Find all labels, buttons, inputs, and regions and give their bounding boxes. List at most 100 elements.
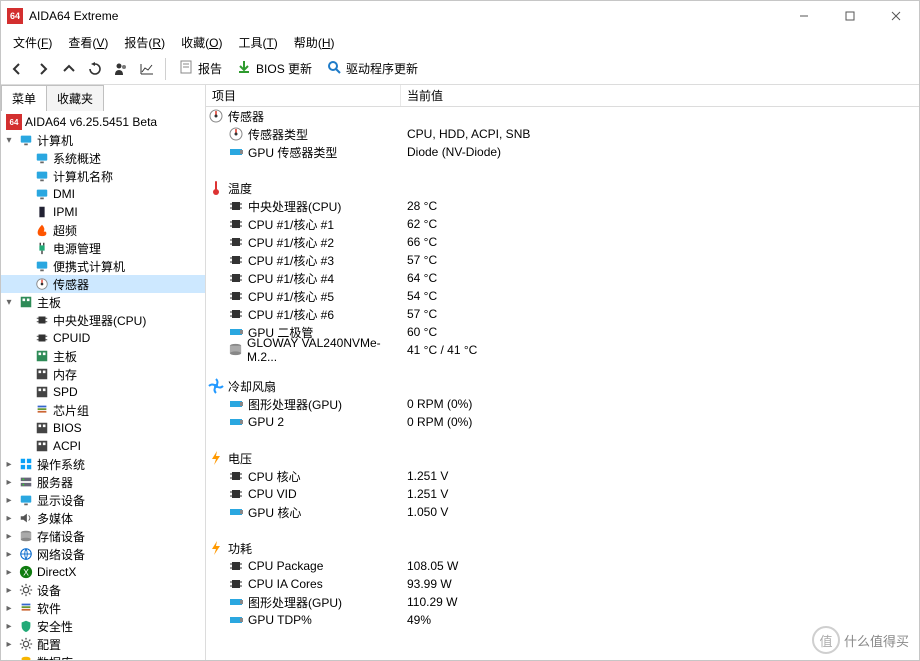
tree-mb-7[interactable]: ACPI — [1, 437, 205, 455]
tree-computer-0[interactable]: 系统概述 — [1, 149, 205, 167]
list-row[interactable]: CPU Package108.05 W — [206, 557, 919, 575]
tree-icon — [34, 330, 50, 346]
tree-other-6[interactable]: ▸XDirectX — [1, 563, 205, 581]
close-button[interactable] — [873, 1, 919, 31]
graph-button[interactable] — [135, 57, 159, 81]
tree-computer-6[interactable]: 便携式计算机 — [1, 257, 205, 275]
col-item[interactable]: 项目 — [206, 85, 401, 106]
tree-other-7[interactable]: ▸设备 — [1, 581, 205, 599]
tree-computer-4[interactable]: 超频 — [1, 221, 205, 239]
refresh-button[interactable] — [83, 57, 107, 81]
list-group-header[interactable]: 冷却风扇 — [206, 377, 919, 395]
tree-root[interactable]: 64AIDA64 v6.25.5451 Beta — [1, 113, 205, 131]
expand-icon[interactable]: ▸ — [3, 531, 15, 542]
back-button[interactable] — [5, 57, 29, 81]
expand-icon[interactable]: ▸ — [3, 567, 15, 578]
forward-button[interactable] — [31, 57, 55, 81]
list-group-header[interactable]: 电压 — [206, 449, 919, 467]
menu-file[interactable]: 文件(F) — [5, 32, 60, 53]
tree-label: SPD — [53, 385, 78, 399]
expand-icon[interactable]: ▸ — [3, 621, 15, 632]
users-button[interactable] — [109, 57, 133, 81]
expand-icon[interactable]: ▾ — [3, 135, 15, 146]
menu-view[interactable]: 查看(V) — [60, 32, 116, 53]
list-row[interactable]: CPU #1/核心 #266 °C — [206, 233, 919, 251]
expand-icon[interactable]: ▸ — [3, 477, 15, 488]
list-group-header[interactable]: 功耗 — [206, 539, 919, 557]
bios-update-button[interactable]: BIOS 更新 — [230, 57, 318, 80]
tab-menu[interactable]: 菜单 — [1, 85, 47, 111]
menu-fav[interactable]: 收藏(O) — [173, 32, 230, 53]
nav-tree[interactable]: 64AIDA64 v6.25.5451 Beta▾计算机系统概述计算机名称DMI… — [1, 111, 205, 660]
tree-other-3[interactable]: ▸多媒体 — [1, 509, 205, 527]
tree-mb-1[interactable]: CPUID — [1, 329, 205, 347]
tree-icon — [34, 366, 50, 382]
tab-favorites[interactable]: 收藏夹 — [46, 85, 104, 111]
tree-mb-6[interactable]: BIOS — [1, 419, 205, 437]
expand-icon[interactable]: ▸ — [3, 639, 15, 650]
expand-icon[interactable]: ▸ — [3, 603, 15, 614]
row-name: CPU #1/核心 #3 — [248, 252, 334, 269]
tree-mb-2[interactable]: 主板 — [1, 347, 205, 365]
tree-mb-3[interactable]: 内存 — [1, 365, 205, 383]
menu-report[interactable]: 报告(R) — [116, 32, 173, 53]
expand-icon[interactable]: ▸ — [3, 657, 15, 661]
report-button[interactable]: 报告 — [172, 57, 228, 80]
up-button[interactable] — [57, 57, 81, 81]
tree-icon — [34, 402, 50, 418]
tree-mb-0[interactable]: 中央处理器(CPU) — [1, 311, 205, 329]
tree-mb-5[interactable]: 芯片组 — [1, 401, 205, 419]
tree-other-11[interactable]: ▸数据库 — [1, 653, 205, 660]
list-group-header[interactable]: 传感器 — [206, 107, 919, 125]
expand-icon[interactable]: ▸ — [3, 513, 15, 524]
driver-update-button[interactable]: 驱动程序更新 — [320, 57, 424, 80]
tree-computer-2[interactable]: DMI — [1, 185, 205, 203]
expand-icon[interactable]: ▸ — [3, 549, 15, 560]
list-row[interactable]: CPU #1/核心 #554 °C — [206, 287, 919, 305]
tree-mb[interactable]: ▾主板 — [1, 293, 205, 311]
list-group-header[interactable]: 温度 — [206, 179, 919, 197]
expand-icon[interactable]: ▸ — [3, 459, 15, 470]
list-row[interactable]: GLOWAY VAL240NVMe-M.2...41 °C / 41 °C — [206, 341, 919, 359]
list-row[interactable]: 传感器类型CPU, HDD, ACPI, SNB — [206, 125, 919, 143]
tree-other-4[interactable]: ▸存储设备 — [1, 527, 205, 545]
row-name: 图形处理器(GPU) — [248, 594, 342, 611]
list-row[interactable]: 图形处理器(GPU)0 RPM (0%) — [206, 395, 919, 413]
list-row[interactable]: CPU IA Cores93.99 W — [206, 575, 919, 593]
tree-computer[interactable]: ▾计算机 — [1, 131, 205, 149]
list-row[interactable]: GPU 20 RPM (0%) — [206, 413, 919, 431]
tree-computer-1[interactable]: 计算机名称 — [1, 167, 205, 185]
sensor-list[interactable]: 传感器传感器类型CPU, HDD, ACPI, SNBGPU 传感器类型Diod… — [206, 107, 919, 660]
list-row[interactable]: GPU TDP%49% — [206, 611, 919, 629]
tree-other-8[interactable]: ▸软件 — [1, 599, 205, 617]
list-row[interactable]: 中央处理器(CPU)28 °C — [206, 197, 919, 215]
menu-help[interactable]: 帮助(H) — [286, 32, 343, 53]
list-row[interactable]: CPU #1/核心 #657 °C — [206, 305, 919, 323]
tree-other-1[interactable]: ▸服务器 — [1, 473, 205, 491]
list-row[interactable]: CPU VID1.251 V — [206, 485, 919, 503]
list-row[interactable]: CPU #1/核心 #464 °C — [206, 269, 919, 287]
list-row[interactable]: GPU 传感器类型Diode (NV-Diode) — [206, 143, 919, 161]
tree-mb-4[interactable]: SPD — [1, 383, 205, 401]
tree-other-0[interactable]: ▸操作系统 — [1, 455, 205, 473]
expand-icon[interactable]: ▾ — [3, 297, 15, 308]
list-row[interactable]: 图形处理器(GPU)110.29 W — [206, 593, 919, 611]
bios-label: BIOS 更新 — [256, 60, 312, 77]
list-row[interactable]: CPU 核心1.251 V — [206, 467, 919, 485]
list-row[interactable]: CPU #1/核心 #357 °C — [206, 251, 919, 269]
expand-icon[interactable]: ▸ — [3, 585, 15, 596]
list-row[interactable]: CPU #1/核心 #162 °C — [206, 215, 919, 233]
tree-other-10[interactable]: ▸配置 — [1, 635, 205, 653]
minimize-button[interactable] — [781, 1, 827, 31]
tree-computer-5[interactable]: 电源管理 — [1, 239, 205, 257]
tree-computer-3[interactable]: IPMI — [1, 203, 205, 221]
tree-other-5[interactable]: ▸网络设备 — [1, 545, 205, 563]
tree-computer-7[interactable]: 传感器 — [1, 275, 205, 293]
expand-icon[interactable]: ▸ — [3, 495, 15, 506]
menu-tools[interactable]: 工具(T) — [230, 32, 285, 53]
list-row[interactable]: GPU 核心1.050 V — [206, 503, 919, 521]
tree-other-2[interactable]: ▸显示设备 — [1, 491, 205, 509]
maximize-button[interactable] — [827, 1, 873, 31]
col-value[interactable]: 当前值 — [401, 85, 919, 106]
tree-other-9[interactable]: ▸安全性 — [1, 617, 205, 635]
